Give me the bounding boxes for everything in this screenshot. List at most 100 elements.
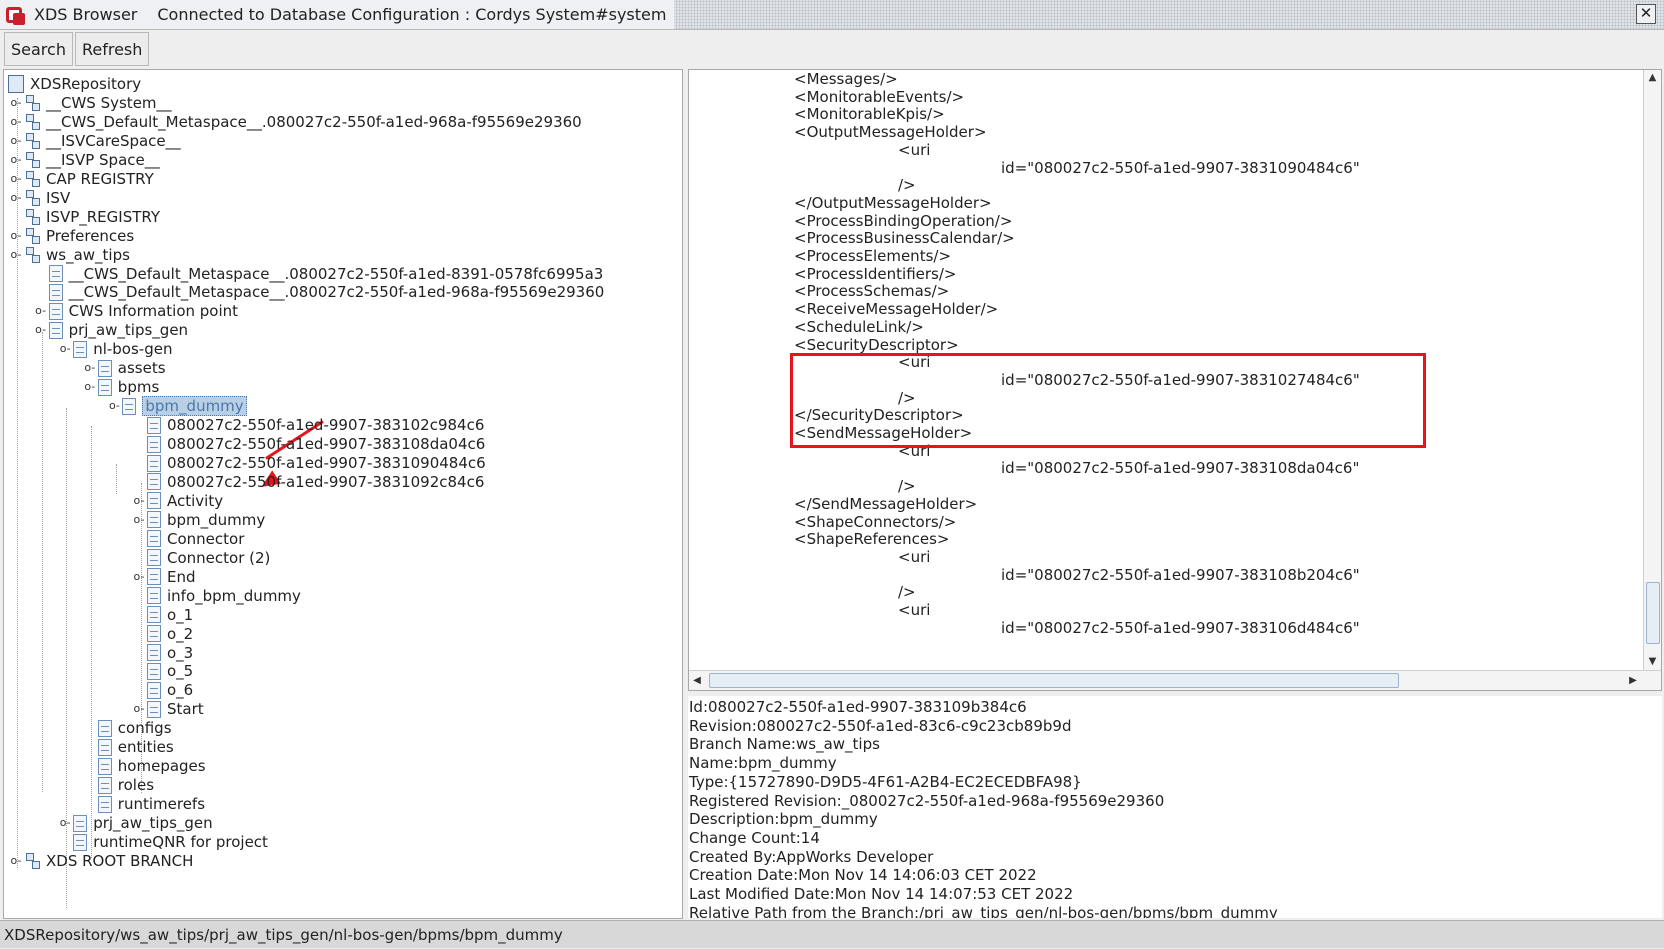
expand-toggle-icon[interactable]: o- [8,150,24,170]
xml-line: id="080027c2-550f-a1ed-9907-383108da04c6… [1001,459,1360,478]
tree-node[interactable]: 080027c2-550f-a1ed-9907-3831092c84c6 [131,472,484,492]
expand-toggle-icon[interactable]: o- [82,358,98,378]
expand-toggle-icon[interactable]: o- [8,226,24,246]
tree-node-label: XDSRepository [30,75,142,93]
tree-node[interactable]: 080027c2-550f-a1ed-9907-3831090484c6 [131,453,486,473]
tree-node[interactable]: o_6 [131,680,193,700]
expand-toggle-icon[interactable]: o- [131,491,147,511]
tree-node[interactable]: 080027c2-550f-a1ed-9907-383108da04c6 [131,434,485,454]
expand-toggle-icon[interactable]: o- [8,93,24,113]
expand-toggle-icon [82,775,98,795]
vertical-scrollbar[interactable]: ▲ ▼ [1643,70,1661,670]
xml-content-panel[interactable]: id="080027c2-550f-a1ed-9907-383106d484c6… [688,69,1662,691]
tree-node[interactable]: entities [82,737,174,757]
expand-toggle-icon [8,207,24,227]
tree-node[interactable]: o-prj_aw_tips_gen [57,813,213,833]
app-name: XDS Browser [34,5,138,24]
tree-node[interactable]: Connector [131,529,244,549]
property-line: Description:bpm_dummy [689,810,878,829]
tree-node[interactable]: XDSRepository [8,74,141,94]
scroll-up-icon[interactable]: ▲ [1644,70,1661,86]
tree-node[interactable]: o-bpms [82,377,159,397]
tree-node[interactable]: __CWS_Default_Metaspace__.080027c2-550f-… [33,282,605,302]
tree-node-label: 080027c2-550f-a1ed-9907-3831090484c6 [167,454,486,472]
tree-node[interactable]: o_2 [131,624,193,644]
expand-toggle-icon[interactable]: o- [8,112,24,132]
expand-toggle-icon[interactable]: o- [131,567,147,587]
xml-line: <ProcessBindingOperation/> [794,211,1013,230]
tree-node[interactable]: o- __ISVP Space__ [8,150,160,170]
tree-node[interactable]: o_5 [131,661,193,681]
scroll-thumb-horizontal[interactable] [709,673,1399,688]
tree-node[interactable]: o_3 [131,643,193,663]
expand-toggle-icon[interactable]: o- [33,320,49,340]
tree-node[interactable]: o- __CWS System__ [8,93,172,113]
tree-node[interactable]: o- CWS Information point [33,301,238,321]
tree-node[interactable]: o-ws_aw_tips [8,245,130,265]
xml-line: id="080027c2-550f-a1ed-9907-3831090484c6… [1001,158,1360,177]
tree-node-label: assets [117,359,166,378]
tree-node[interactable]: runtimeQNR for project [57,832,268,852]
xml-line: <Messages/> [794,70,898,88]
scroll-left-icon[interactable]: ◀ [689,671,705,690]
tree-node[interactable]: o- __CWS_Default_Metaspace__.080027c2-550… [8,112,582,132]
scroll-thumb[interactable] [1646,582,1660,644]
horizontal-scrollbar[interactable]: ◀ ▶ [689,670,1661,690]
tree-node[interactable]: o- Start [131,699,204,719]
tree-node[interactable]: o- XDS ROOT BRANCH [8,851,194,871]
tree-node-label: info_bpm_dummy [167,586,301,605]
tree-node[interactable]: o- __ISVCareSpace__ [8,131,181,151]
tree-node[interactable]: Connector (2) [131,548,270,568]
expand-toggle-icon[interactable]: o- [8,188,24,208]
tree-node[interactable]: o- CAP REGISTRY [8,169,154,189]
expand-toggle-icon[interactable]: o- [57,339,73,359]
close-icon[interactable]: ✕ [1636,4,1656,24]
tree-node-label: bpm_dummy [167,510,266,529]
tree-node[interactable]: o-bpm_dummy [131,510,266,530]
tree-node[interactable]: roles [82,775,154,795]
tree-node[interactable]: o-nl-bos-gen [57,339,173,359]
scroll-down-icon[interactable]: ▼ [1644,654,1661,670]
search-button[interactable]: Search [4,32,73,66]
expand-toggle-icon[interactable]: o- [8,169,24,189]
tree-node[interactable]: __CWS_Default_Metaspace__.080027c2-550f-… [33,264,603,284]
tree-node[interactable]: o_1 [131,605,193,625]
tree-node[interactable]: ISVP_REGISTRY [8,207,160,227]
tree-node-label: runtimerefs [117,795,206,814]
tree-node[interactable]: o- Preferences [8,226,135,246]
tree-node-label: __CWS System__ [46,93,172,112]
expand-toggle-icon[interactable]: o- [82,377,98,397]
tree-node-label: o_3 [167,643,194,662]
tree-node[interactable]: o-assets [82,358,166,378]
xml-line: id="080027c2-550f-a1ed-9907-383108b204c6… [1001,565,1360,584]
xml-line: <MonitorableKpis/> [794,105,945,124]
repository-tree[interactable]: XDSRepository o- __CWS System__ o- __CWS_Def… [3,69,683,919]
tree-node[interactable]: o- Activity [131,491,224,511]
expand-toggle-icon[interactable]: o- [8,131,24,151]
expand-toggle-icon [82,756,98,776]
refresh-button[interactable]: Refresh [74,32,150,66]
expand-toggle-icon[interactable]: o- [8,851,24,871]
document-icon [73,340,88,358]
tree-node[interactable]: configs [82,718,172,738]
tree-node[interactable]: o-prj_aw_tips_gen [33,320,188,340]
tree-node[interactable]: runtimerefs [82,794,205,814]
expand-toggle-icon[interactable]: o- [33,301,49,321]
expand-toggle-icon[interactable]: o- [57,813,73,833]
tree-node-label: ws_aw_tips [46,245,130,264]
expand-toggle-icon[interactable]: o- [131,699,147,719]
tree-node[interactable]: info_bpm_dummy [131,586,301,606]
scroll-right-icon[interactable]: ▶ [1625,671,1641,690]
tree-node[interactable]: o- End [131,567,196,587]
tree-node-label: Start [167,700,204,719]
expand-toggle-icon[interactable]: o- [8,245,24,265]
tree-node[interactable]: homepages [82,756,206,776]
tree-node-label: o_5 [167,662,194,681]
tree-node[interactable]: o- ISV [8,188,71,208]
expand-toggle-icon [131,415,147,435]
tree-node[interactable]: o-bpm_dummy [106,396,247,417]
expand-toggle-icon[interactable]: o- [106,396,122,416]
tree-node-label: __CWS_Default_Metaspace__.080027c2-550f-… [68,283,605,302]
expand-toggle-icon[interactable]: o- [131,510,147,530]
tree-node[interactable]: 080027c2-550f-a1ed-9907-383102c984c6 [131,415,484,435]
